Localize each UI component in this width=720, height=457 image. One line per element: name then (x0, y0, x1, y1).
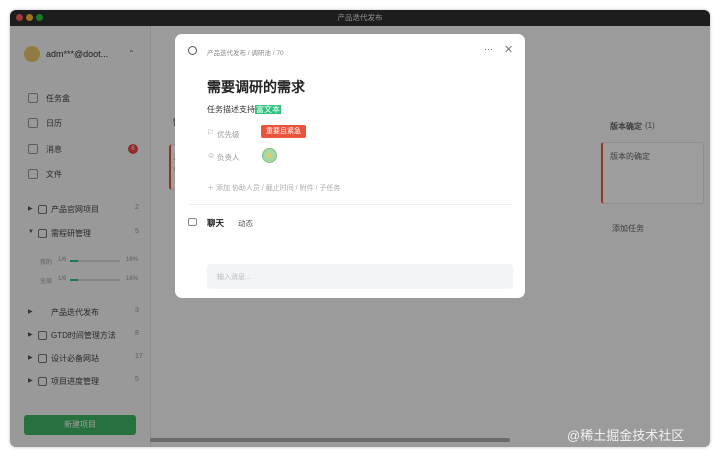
person-icon: ☺ (207, 151, 216, 160)
chat-icon (188, 218, 197, 226)
flag-icon: ⚐ (207, 128, 215, 137)
complete-checkbox[interactable] (188, 46, 197, 55)
more-icon[interactable]: ··· (484, 44, 493, 54)
tab-activity[interactable]: 动态 (238, 218, 253, 229)
breadcrumb[interactable]: 产品迭代发布 / 调研池 / 70 (207, 47, 284, 57)
priority-tag[interactable]: 重要且紧急 (261, 125, 306, 138)
close-icon[interactable]: ✕ (504, 43, 513, 56)
watermark: @稀土掘金技术社区 (567, 428, 685, 443)
add-fields-text: 添加 协助人员 / 截止时间 / 附件 / 子任务 (215, 185, 341, 192)
add-fields-link[interactable]: ＋ 添加 协助人员 / 截止时间 / 附件 / 子任务 (207, 183, 340, 193)
tab-chat[interactable]: 聊天 (207, 217, 224, 229)
divider (188, 204, 512, 205)
plus-icon: ＋ (207, 185, 216, 192)
task-description[interactable]: 任务描述支持富文本 (207, 104, 281, 115)
message-input[interactable]: 输入消息... (207, 264, 513, 289)
description-text: 任务描述支持 (207, 105, 255, 114)
message-placeholder: 输入消息... (217, 274, 251, 281)
description-highlight: 富文本 (255, 105, 281, 114)
horizontal-scrollbar[interactable] (150, 438, 510, 442)
priority-label: 优先级 (217, 130, 240, 139)
assignee-avatar[interactable] (262, 148, 277, 163)
task-detail-modal: 产品迭代发布 / 调研池 / 70 ··· ✕ 需要调研的需求 任务描述支持富文… (175, 34, 525, 298)
assignee-label: 负责人 (217, 153, 240, 162)
task-title[interactable]: 需要调研的需求 (207, 77, 305, 97)
